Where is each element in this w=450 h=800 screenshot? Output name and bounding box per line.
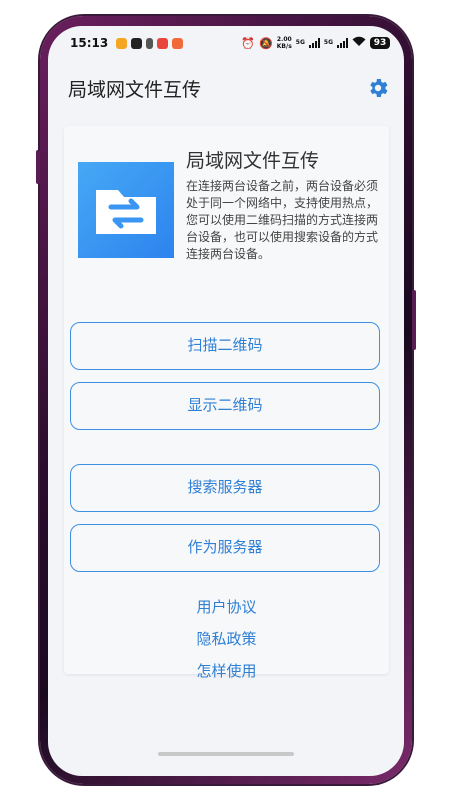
screen: 15:13 ⏰ 🔕 2.00 KB/s 5G 5G 93 局域网文件互传 局域网…	[48, 26, 404, 776]
card-title: 局域网文件互传	[186, 150, 320, 172]
network-speed-value: 2.00	[276, 36, 292, 43]
privacy-policy-link[interactable]: 隐私政策	[64, 628, 389, 649]
app-title: 局域网文件互传	[68, 78, 202, 101]
battery-indicator: 93	[370, 37, 390, 49]
file-transfer-icon	[78, 162, 174, 258]
as-server-button[interactable]: 作为服务器	[70, 524, 380, 572]
user-agreement-link[interactable]: 用户协议	[64, 596, 389, 617]
network-speed-unit: KB/s	[276, 43, 292, 50]
power-button	[412, 290, 416, 350]
home-indicator[interactable]	[158, 752, 294, 756]
status-left: 15:13	[70, 36, 184, 50]
gear-icon[interactable]	[366, 76, 390, 100]
status-time: 15:13	[70, 36, 109, 50]
status-bar: 15:13 ⏰ 🔕 2.00 KB/s 5G 5G 93	[48, 26, 404, 60]
notification-app-icon	[146, 37, 154, 49]
how-to-use-link[interactable]: 怎样使用	[64, 660, 389, 681]
card-description: 在连接两台设备之前，两台设备必须处于同一个网络中，支持使用热点，您可以使用二维码…	[186, 179, 379, 261]
network-speed: 2.00 KB/s	[277, 36, 292, 50]
network-type-2: 5G	[323, 39, 333, 46]
notification-app-icon	[172, 37, 184, 49]
mute-icon: 🔕	[259, 36, 273, 50]
alarm-icon: ⏰	[241, 36, 256, 50]
signal-icon	[308, 38, 320, 48]
volume-button	[36, 150, 40, 184]
search-server-button[interactable]: 搜索服务器	[70, 464, 380, 512]
scan-qr-button[interactable]: 扫描二维码	[70, 322, 380, 370]
show-qr-button[interactable]: 显示二维码	[70, 382, 380, 430]
wifi-icon	[352, 36, 366, 50]
notification-app-icon	[131, 37, 143, 49]
notification-app-icon	[157, 37, 169, 49]
notification-app-icon	[116, 37, 128, 49]
signal-icon-2	[337, 38, 348, 48]
app-bar: 局域网文件互传	[48, 62, 404, 114]
status-right: ⏰ 🔕 2.00 KB/s 5G 5G 93	[241, 36, 390, 50]
network-type: 5G	[295, 39, 305, 46]
intro-card: 局域网文件互传 在连接两台设备之前，两台设备必须处于同一个网络中，支持使用热点，…	[64, 126, 389, 680]
